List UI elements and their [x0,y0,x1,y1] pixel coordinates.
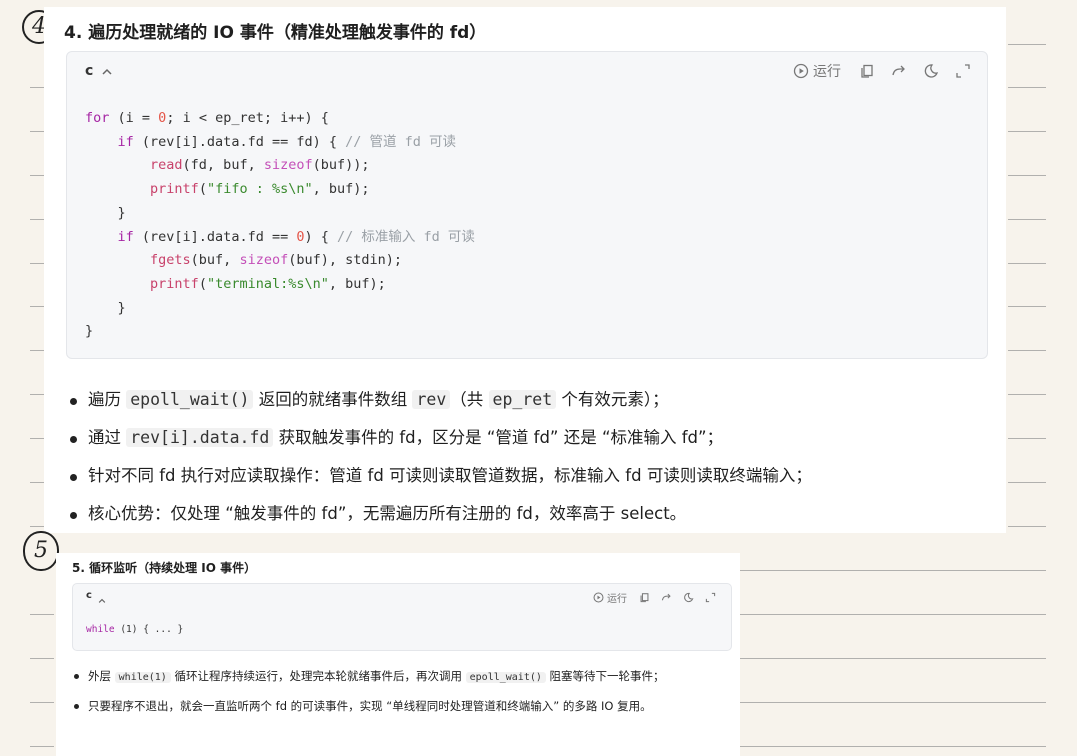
handwritten-number-5: 5 [23,531,59,571]
section-4-card: 4. 遍历处理就绪的 IO 事件（精准处理触发事件的 fd） c 运行 for … [44,7,1006,533]
code-toolbar: 运行 [593,590,716,605]
list-item: 通过 rev[i].data.fd 获取触发事件的 fd，区分是 “管道 fd”… [70,424,990,462]
chevron-up-icon[interactable] [100,64,114,78]
expand-icon[interactable] [955,63,971,79]
code-block: c 运行 [66,51,988,359]
copy-icon[interactable] [639,592,650,603]
expand-icon[interactable] [705,592,716,603]
code-line: } [85,204,126,221]
section-5-title: 5. 循环监听（持续处理 IO 事件） [72,561,257,575]
code-line: printf("fifo : %s\n", buf); [150,181,370,198]
section-4-bullets: 遍历 epoll_wait() 返回的就绪事件数组 rev （共 ep_ret 个… [70,386,990,538]
copy-icon[interactable] [859,63,875,79]
theme-icon[interactable] [923,63,939,79]
code-line: } [85,299,126,316]
theme-icon[interactable] [683,592,694,603]
share-icon[interactable] [661,592,672,603]
code-toolbar: 运行 [793,61,971,81]
code-line: if (rev[i].data.fd == fd) { // 管道 fd 可读 [117,133,457,150]
list-item: 外层 while(1) 循环让程序持续运行，处理完本轮就绪事件后，再次调用 ep… [74,666,716,688]
code-content: for (i = 0; i < ep_ret; i++) { if (rev[i… [85,107,475,344]
inline-code: while(1) [114,672,171,683]
play-circle-icon [593,592,604,603]
run-label: 运行 [607,594,627,605]
inline-code: rev [412,390,451,409]
run-button[interactable]: 运行 [593,590,627,605]
code-line: for (i = 0; i < ep_ret; i++) { [85,110,329,126]
code-block-header: c 运行 [67,52,987,92]
code-line: read(fd, buf, sizeof(buf)); [150,157,370,174]
code-line: if (rev[i].data.fd == 0) { // 标准输入 fd 可读 [117,228,475,245]
section-5-bullets: 外层 while(1) 循环让程序持续运行，处理完本轮就绪事件后，再次调用 ep… [74,666,716,717]
inline-code: ep_ret [488,390,557,409]
inline-code: epoll_wait() [465,672,546,683]
list-item: 核心优势：仅处理 “触发事件的 fd”，无需遍历所有注册的 fd，效率高于 se… [70,500,990,538]
play-circle-icon [793,63,809,79]
section-4-title: 4. 遍历处理就绪的 IO 事件（精准处理触发事件的 fd） [64,23,487,43]
code-line: } [85,323,94,340]
code-keyword: while [86,624,115,635]
code-line: fgets(buf, sizeof(buf), stdin); [150,252,403,269]
run-button[interactable]: 运行 [793,61,841,81]
code-line: (1) { ... } [114,624,184,635]
inline-code: epoll_wait() [126,390,254,409]
language-label: c [86,590,92,601]
list-item: 遍历 epoll_wait() 返回的就绪事件数组 rev （共 ep_ret 个… [70,386,990,424]
code-line: printf("terminal:%s\n", buf); [150,275,386,292]
code-content: while (1) { ... } [86,623,183,637]
chevron-up-icon[interactable] [97,591,107,603]
list-item: 针对不同 fd 执行对应读取操作：管道 fd 可读则读取管道数据，标准输入 fd… [70,462,990,500]
inline-code: rev[i].data.fd [126,428,274,447]
section-5-card: 5. 循环监听（持续处理 IO 事件） c 运行 while (1) {...… [56,553,740,756]
code-block-header: c 运行 [73,584,731,610]
run-label: 运行 [813,64,841,80]
share-icon[interactable] [891,63,907,79]
code-block: c 运行 [72,583,732,651]
language-label: c [85,63,94,79]
list-item: 只要程序不退出，就会一直监听两个 fd 的可读事件，实现 “单线程同时处理管道和… [74,696,716,717]
